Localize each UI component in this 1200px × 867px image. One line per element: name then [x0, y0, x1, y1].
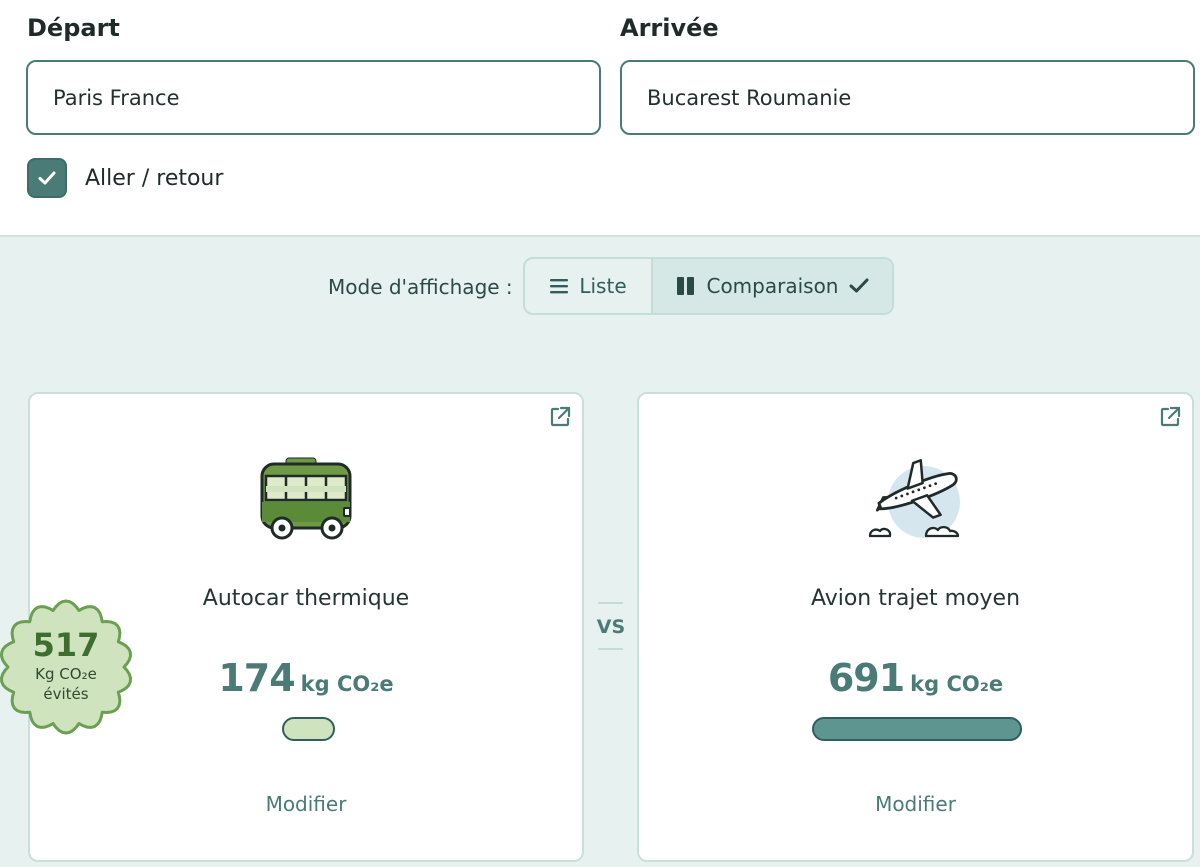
- arrival-input[interactable]: [620, 60, 1195, 135]
- emission-unit: kg CO₂e: [910, 672, 1004, 696]
- vs-divider-bottom: [598, 648, 623, 650]
- display-mode-list-button[interactable]: Liste: [525, 259, 653, 313]
- round-trip-checkbox[interactable]: [27, 158, 67, 198]
- display-mode-list-label: Liste: [579, 274, 627, 298]
- emission-unit: kg CO₂e: [300, 672, 394, 696]
- savings-value: 517: [32, 626, 100, 664]
- departure-input[interactable]: [26, 60, 601, 135]
- round-trip-label: Aller / retour: [85, 165, 224, 191]
- modify-button[interactable]: Modifier: [639, 792, 1192, 816]
- emission-value: 691 kg CO₂e: [639, 656, 1192, 700]
- airplane-icon: [868, 459, 960, 538]
- comparison-card-plane: Avion trajet moyen 691 kg CO₂e Modifier: [637, 392, 1194, 862]
- emission-number: 174: [218, 656, 295, 700]
- emission-bar: [282, 717, 335, 741]
- selected-check-icon: [849, 277, 869, 295]
- external-link-icon[interactable]: [548, 405, 572, 429]
- columns-icon: [676, 276, 696, 296]
- departure-label: Départ: [27, 14, 120, 42]
- display-mode-label: Mode d'affichage :: [328, 275, 513, 299]
- external-link-icon[interactable]: [1158, 405, 1182, 429]
- savings-badge: 517 Kg CO₂e évités: [0, 593, 134, 704]
- savings-caption: évités: [43, 685, 89, 703]
- vs-label: VS: [596, 616, 626, 638]
- modify-button[interactable]: Modifier: [30, 792, 582, 816]
- vs-divider-top: [598, 602, 623, 604]
- check-icon: [38, 171, 56, 185]
- savings-unit: Kg CO₂e: [35, 665, 97, 683]
- arrival-label: Arrivée: [620, 14, 719, 42]
- display-mode-toggle: Liste Comparaison: [523, 257, 894, 315]
- emission-number: 691: [827, 656, 905, 700]
- vehicle-name: Avion trajet moyen: [810, 586, 1021, 611]
- emission-bar: [812, 717, 1022, 741]
- display-mode-compare-button[interactable]: Comparaison: [653, 259, 892, 313]
- bus-icon: [260, 457, 352, 540]
- display-mode-compare-label: Comparaison: [706, 274, 839, 298]
- results-panel: Mode d'affichage : Liste Comparaison Aut…: [0, 235, 1200, 867]
- round-trip-toggle[interactable]: Aller / retour: [27, 158, 223, 198]
- list-icon: [549, 277, 569, 295]
